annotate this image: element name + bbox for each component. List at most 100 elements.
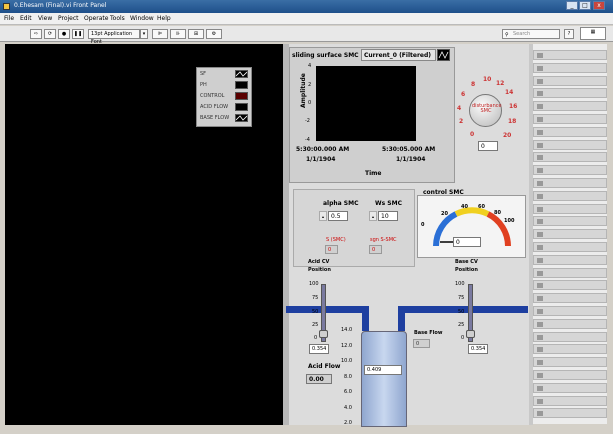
legend-label-acid-flow: ACID FLOW — [200, 104, 229, 110]
legend-label-ph: PH — [200, 82, 207, 88]
boolean-row[interactable] — [533, 344, 607, 355]
boolean-row[interactable] — [533, 318, 607, 329]
led-indicator-icon — [537, 398, 543, 404]
distribute-objects-icon[interactable]: ⊪ — [170, 29, 186, 39]
base-slide-thumb[interactable] — [466, 330, 475, 338]
knob-tick-16: 16 — [509, 103, 518, 110]
menu-view[interactable]: View — [38, 15, 52, 22]
menu-project[interactable]: Project — [58, 15, 79, 22]
font-selector[interactable]: 13pt Application Font — [88, 29, 140, 45]
menu-window[interactable]: Window — [130, 15, 154, 22]
acid-flow-label: Acid Flow — [308, 363, 341, 370]
led-indicator-icon — [537, 257, 543, 263]
align-objects-icon[interactable]: ⊫ — [152, 29, 168, 39]
close-button[interactable]: x — [593, 1, 605, 10]
legend-label-sf: SF — [200, 71, 207, 77]
font-dropdown-icon[interactable]: ▾ — [140, 29, 148, 39]
boolean-row[interactable] — [533, 62, 607, 73]
plot-legend-swatch[interactable] — [437, 49, 450, 61]
boolean-row[interactable] — [533, 101, 607, 112]
boolean-row[interactable] — [533, 242, 607, 252]
boolean-row[interactable] — [533, 331, 607, 342]
tank-tick: 8.0 — [344, 374, 352, 380]
window-title: 0.Ehesam (Final).vi Front Panel — [14, 2, 107, 9]
ws-increment-icon[interactable]: ▴ — [369, 211, 377, 221]
acid-slide-value[interactable]: 0.354 — [309, 344, 329, 354]
boolean-row[interactable] — [533, 280, 607, 291]
boolean-row[interactable] — [533, 370, 607, 380]
boolean-row[interactable] — [533, 408, 607, 419]
tank-tick: 14.0 — [341, 327, 353, 333]
vi-icon[interactable]: ▦ — [580, 27, 606, 40]
acid-slide-thumb[interactable] — [319, 330, 328, 338]
run-continuously-icon[interactable]: ⟳ — [44, 29, 56, 39]
run-arrow-icon[interactable]: ⇨ — [30, 29, 42, 39]
knob-tick-8: 8 — [471, 81, 476, 88]
alpha-input[interactable]: 0.5 — [328, 211, 348, 221]
pause-icon[interactable]: ❚❚ — [72, 29, 84, 39]
alpha-label: alpha SMC — [323, 200, 359, 207]
legend-swatch-sf[interactable] — [235, 70, 248, 78]
legend-label-control: CONTROL — [200, 93, 225, 99]
boolean-row[interactable] — [533, 190, 607, 201]
knob-value-display[interactable]: 0 — [478, 141, 498, 151]
boolean-row[interactable] — [533, 293, 607, 304]
boolean-row[interactable] — [533, 306, 607, 316]
boolean-row[interactable] — [533, 152, 607, 163]
ws-input[interactable]: 10 — [378, 211, 398, 221]
boolean-row[interactable] — [533, 267, 607, 278]
legend-swatch-control[interactable] — [235, 92, 248, 100]
x-start-date: 1/1/1904 — [306, 156, 336, 163]
minimize-button[interactable]: _ — [566, 1, 578, 10]
acid-pipe-down — [362, 306, 369, 331]
base-slide-value[interactable]: 0.354 — [468, 344, 488, 354]
tank-tick: 10.0 — [341, 358, 353, 364]
boolean-row[interactable] — [533, 216, 607, 227]
boolean-row[interactable] — [533, 75, 607, 86]
acid-slide-tick: 0 — [314, 335, 318, 341]
labview-app-icon — [3, 3, 10, 10]
legend-swatch-acid-flow[interactable] — [235, 103, 248, 111]
boolean-row[interactable] — [533, 357, 607, 368]
boolean-row[interactable] — [533, 139, 607, 150]
boolean-row[interactable] — [533, 382, 607, 393]
boolean-row[interactable] — [533, 395, 607, 406]
base-flow-label: Base Flow — [414, 330, 443, 336]
reorder-icon[interactable]: ⚙ — [206, 29, 222, 39]
legend-swatch-base-flow[interactable] — [235, 114, 248, 122]
led-indicator-icon — [537, 193, 543, 199]
x-end-time: 5:30:05.000 AM — [382, 146, 436, 153]
led-indicator-icon — [537, 385, 543, 391]
boolean-row[interactable] — [533, 50, 607, 60]
x-end-date: 1/1/1904 — [396, 156, 426, 163]
menu-edit[interactable]: Edit — [20, 15, 32, 22]
boolean-row[interactable] — [533, 254, 607, 265]
help-icon[interactable]: ? — [564, 29, 574, 39]
boolean-row[interactable] — [533, 114, 607, 124]
alpha-increment-icon[interactable]: ▴ — [319, 211, 327, 221]
menu-operate[interactable]: Operate — [84, 15, 108, 22]
menu-help[interactable]: Help — [157, 15, 171, 22]
knob-tick-2: 2 — [459, 118, 464, 125]
tank-tick: 2.0 — [344, 420, 352, 426]
acid-slide-tick: 75 — [312, 295, 319, 301]
maximize-button[interactable]: □ — [579, 1, 591, 10]
abort-icon[interactable]: ● — [58, 29, 70, 39]
right-boolean-column — [533, 50, 607, 423]
menu-tools[interactable]: Tools — [110, 15, 125, 22]
boolean-row[interactable] — [533, 178, 607, 188]
graph-title: sliding surface SMC — [292, 52, 359, 59]
tank-value-display: 0.409 — [364, 365, 402, 375]
boolean-row[interactable] — [533, 126, 607, 137]
boolean-row[interactable] — [533, 165, 607, 176]
boolean-row[interactable] — [533, 203, 607, 214]
resize-objects-icon[interactable]: ⊞ — [188, 29, 204, 39]
plot-legend-label[interactable]: Current_0 (Filtered) — [361, 49, 436, 61]
led-indicator-icon — [537, 321, 543, 327]
led-indicator-icon — [537, 155, 543, 161]
legend-swatch-ph[interactable] — [235, 81, 248, 89]
search-input[interactable]: Search — [502, 29, 560, 39]
boolean-row[interactable] — [533, 88, 607, 99]
menu-file[interactable]: File — [4, 15, 14, 22]
boolean-row[interactable] — [533, 229, 607, 240]
